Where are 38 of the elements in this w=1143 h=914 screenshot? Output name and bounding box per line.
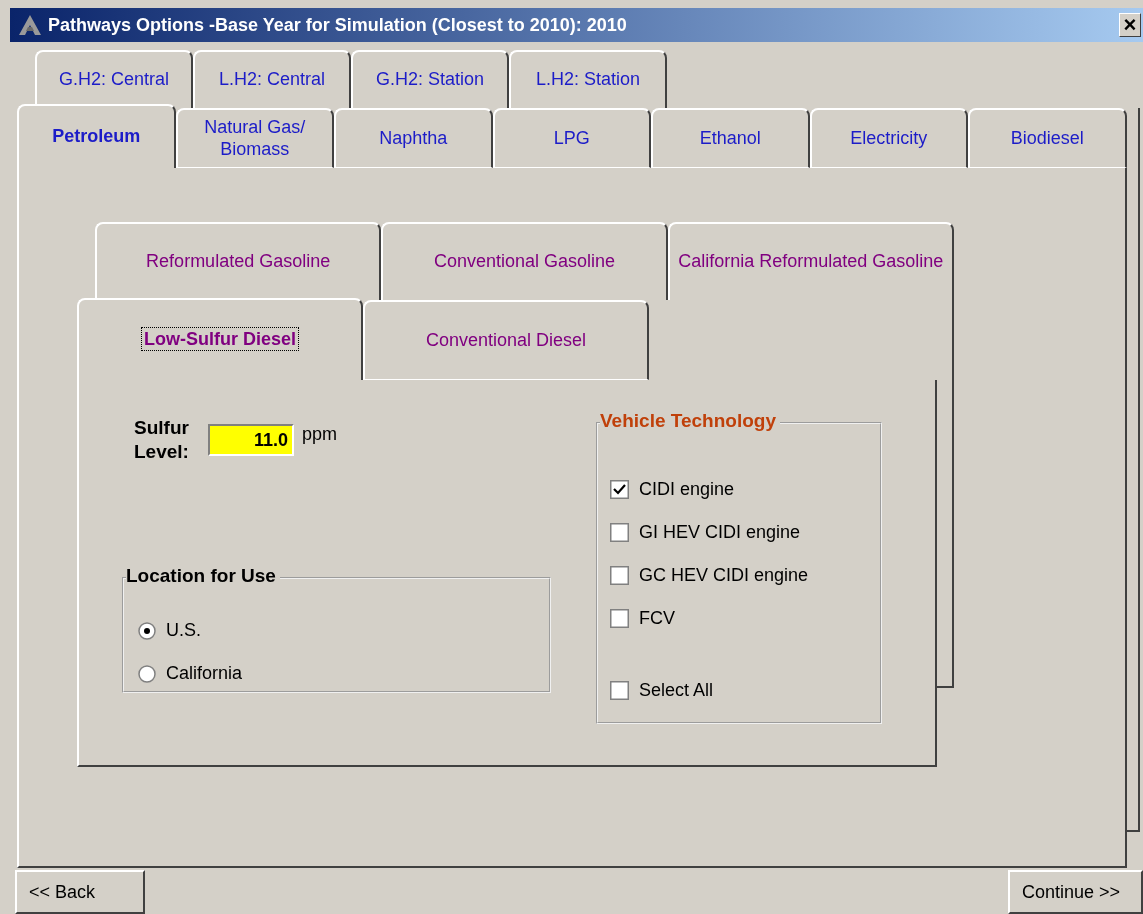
checkbox[interactable] [610, 480, 629, 499]
option-label: GI HEV CIDI engine [639, 522, 801, 543]
product-tab[interactable]: Reformulated Gasoline [95, 222, 382, 300]
product-tab[interactable]: Conventional Diesel [363, 300, 649, 380]
radio-button[interactable] [138, 621, 156, 640]
radio-button[interactable] [138, 664, 156, 683]
option-label: California [166, 663, 243, 684]
sulfur-level-field[interactable]: 11.0 [208, 424, 294, 456]
window-title: Pathways Options -Base Year for Simulation (Closest to 2010): 2010 [48, 14, 628, 36]
fuel-tab[interactable]: G.H2: Station [351, 50, 509, 108]
fuel-tab[interactable]: Naphtha [334, 108, 493, 168]
fuel-tab[interactable]: Ethanol [651, 108, 810, 168]
product-tab[interactable]: Conventional Gasoline [381, 222, 668, 300]
fuel-tab[interactable]: Biodiesel [968, 108, 1127, 168]
fuel-tab[interactable]: L.H2: Station [509, 50, 667, 108]
fuel-tab[interactable]: L.H2: Central [193, 50, 351, 108]
checkbox[interactable] [610, 681, 629, 700]
fuel-tab[interactable]: LPG [492, 108, 651, 168]
checkbox[interactable] [610, 566, 629, 585]
option-label: CIDI engine [639, 479, 735, 500]
continue-button[interactable]: Continue >> [1008, 870, 1143, 914]
checkbox[interactable] [610, 609, 629, 628]
product-tab[interactable]: Low-Sulfur Diesel [77, 298, 363, 380]
option-label: U.S. [166, 620, 201, 641]
option-label: GC HEV CIDI engine [639, 565, 809, 586]
back-button[interactable]: << Back [15, 870, 145, 914]
triangle-logo-icon [18, 14, 42, 36]
close-button[interactable]: × [1119, 13, 1141, 37]
option-label: Select All [639, 680, 714, 701]
fuel-tab[interactable]: Natural Gas/ Biomass [175, 108, 334, 168]
product-tab[interactable]: California Reformulated Gasoline [667, 222, 954, 300]
option-label: FCV [639, 608, 675, 629]
fuel-tab[interactable]: Petroleum [17, 104, 176, 168]
fuel-tab[interactable]: Electricity [809, 108, 968, 168]
unit-label: ppm [302, 423, 337, 445]
sulfur-level-label: Sulfur Level: [134, 416, 190, 464]
checkbox[interactable] [610, 523, 629, 542]
fuel-tab[interactable]: G.H2: Central [35, 50, 193, 108]
